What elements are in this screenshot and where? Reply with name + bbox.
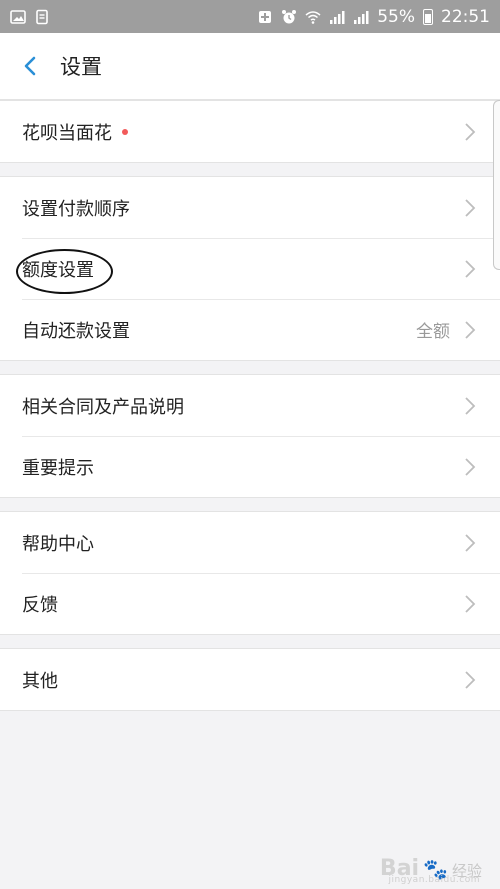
settings-group-5: 其他 <box>0 648 500 711</box>
row-label: 自动还款设置 <box>22 320 130 342</box>
notification-dot <box>122 128 128 135</box>
chevron-right-icon <box>464 198 476 218</box>
settings-group-3: 相关合同及产品说明 重要提示 <box>0 374 500 498</box>
watermark-url: jingyan.baidu.com <box>388 875 480 885</box>
battery-percent: 55% <box>377 6 415 27</box>
settings-group-1: 花呗当面花 <box>0 100 500 163</box>
chevron-right-icon <box>464 457 476 477</box>
status-left <box>10 9 50 25</box>
settings-row-contracts[interactable]: 相关合同及产品说明 <box>0 375 500 436</box>
chevron-left-icon <box>24 56 36 76</box>
settings-group-2: 设置付款顺序 额度设置 自动还款设置 全额 <box>0 176 500 361</box>
row-label: 花呗当面花 <box>22 122 112 144</box>
header: 设置 <box>0 33 500 100</box>
row-label: 其他 <box>22 670 58 692</box>
signal-4g-icon <box>353 9 369 25</box>
settings-row-limit-settings[interactable]: 额度设置 <box>0 238 500 299</box>
row-value: 全额 <box>416 322 450 342</box>
signal-icon <box>329 9 345 25</box>
chevron-right-icon <box>464 122 476 142</box>
row-label: 重要提示 <box>22 457 94 479</box>
row-label: 帮助中心 <box>22 533 94 555</box>
highlight-circle <box>16 249 113 294</box>
battery-icon <box>423 8 433 25</box>
settings-row-important-notice[interactable]: 重要提示 <box>0 436 500 497</box>
row-label: 设置付款顺序 <box>22 198 130 220</box>
row-label: 反馈 <box>22 594 58 616</box>
settings-row-help-center[interactable]: 帮助中心 <box>0 512 500 573</box>
watermark: Bai 🐾 经验 jingyan.baidu.com <box>380 856 482 885</box>
status-time: 22:51 <box>441 6 490 27</box>
settings-row-feedback[interactable]: 反馈 <box>0 573 500 634</box>
chevron-right-icon <box>464 259 476 279</box>
scroll-indicator[interactable] <box>493 100 500 270</box>
image-icon <box>10 9 26 25</box>
status-bar: 55% 22:51 <box>0 0 500 33</box>
alarm-icon <box>281 9 297 25</box>
settings-row-other[interactable]: 其他 <box>0 649 500 710</box>
wifi-icon <box>305 9 321 25</box>
chevron-right-icon <box>464 670 476 690</box>
settings-group-4: 帮助中心 反馈 <box>0 511 500 635</box>
row-label: 相关合同及产品说明 <box>22 396 184 418</box>
settings-row-payment-order[interactable]: 设置付款顺序 <box>0 177 500 238</box>
chevron-right-icon <box>464 320 476 340</box>
status-right: 55% 22:51 <box>257 7 490 27</box>
settings-row-auto-repayment[interactable]: 自动还款设置 全额 <box>0 299 500 360</box>
chevron-right-icon <box>464 594 476 614</box>
chevron-right-icon <box>464 533 476 553</box>
chevron-right-icon <box>464 396 476 416</box>
document-icon <box>34 9 50 25</box>
back-button[interactable] <box>6 33 56 100</box>
settings-row-huabei-dangmianhua[interactable]: 花呗当面花 <box>0 101 500 162</box>
battery-saver-icon <box>257 9 273 25</box>
page-title: 设置 <box>60 55 102 79</box>
